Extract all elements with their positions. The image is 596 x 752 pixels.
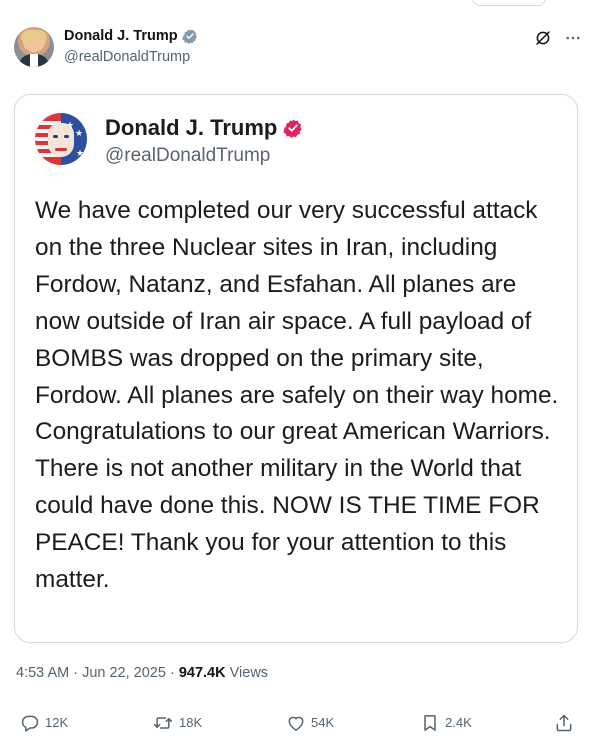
embedded-post-text: We have completed our very successful at… <box>35 197 559 594</box>
action-bar: 12K 18K 54K 2.4K <box>20 712 578 734</box>
post-header: Donald J. Trump @realDonaldTrump <box>14 27 582 69</box>
share-button[interactable] <box>554 712 574 734</box>
author-name[interactable]: Donald J. Trump <box>64 27 178 45</box>
embedded-author-avatar: ★ ★ ★ ★ <box>35 113 87 165</box>
reply-count: 12K <box>45 715 69 730</box>
post-meta: 4:53 AM · Jun 22, 2025 · 947.4K Views <box>16 664 268 682</box>
verified-badge-icon <box>181 29 197 44</box>
author-name-row: Donald J. Trump <box>64 27 198 45</box>
reply-button[interactable]: 12K <box>20 712 68 734</box>
top-pill-button[interactable] <box>472 0 546 6</box>
like-count: 54K <box>311 715 335 730</box>
verified-badge-icon <box>283 119 302 138</box>
embedded-author-handle: @realDonaldTrump <box>105 145 271 166</box>
repost-icon <box>153 717 173 729</box>
bookmark-button[interactable]: 2.4K <box>420 712 472 734</box>
like-button[interactable]: 54K <box>286 712 334 734</box>
grok-icon[interactable] <box>534 29 552 47</box>
embedded-author-name-row: Donald J. Trump <box>105 115 303 141</box>
repost-count: 18K <box>179 715 203 730</box>
embedded-author-name: Donald J. Trump <box>105 115 278 140</box>
author-avatar[interactable] <box>14 27 54 67</box>
repost-button[interactable]: 18K <box>152 712 202 734</box>
header-actions <box>534 29 582 47</box>
views-label: Views <box>225 665 269 681</box>
more-icon[interactable] <box>564 29 582 47</box>
post-timestamp[interactable]: 4:53 AM · Jun 22, 2025 · <box>16 665 179 681</box>
bookmark-icon <box>424 715 436 731</box>
author-handle[interactable]: @realDonaldTrump <box>64 48 190 66</box>
bookmark-count: 2.4K <box>445 715 472 730</box>
reply-icon <box>21 715 39 732</box>
like-icon <box>288 716 304 731</box>
share-icon <box>556 714 572 732</box>
embedded-post-card[interactable]: ★ ★ ★ ★ Donald J. Trump @realDonaldTrump… <box>14 94 578 643</box>
views-count: 947.4K <box>178 665 226 681</box>
